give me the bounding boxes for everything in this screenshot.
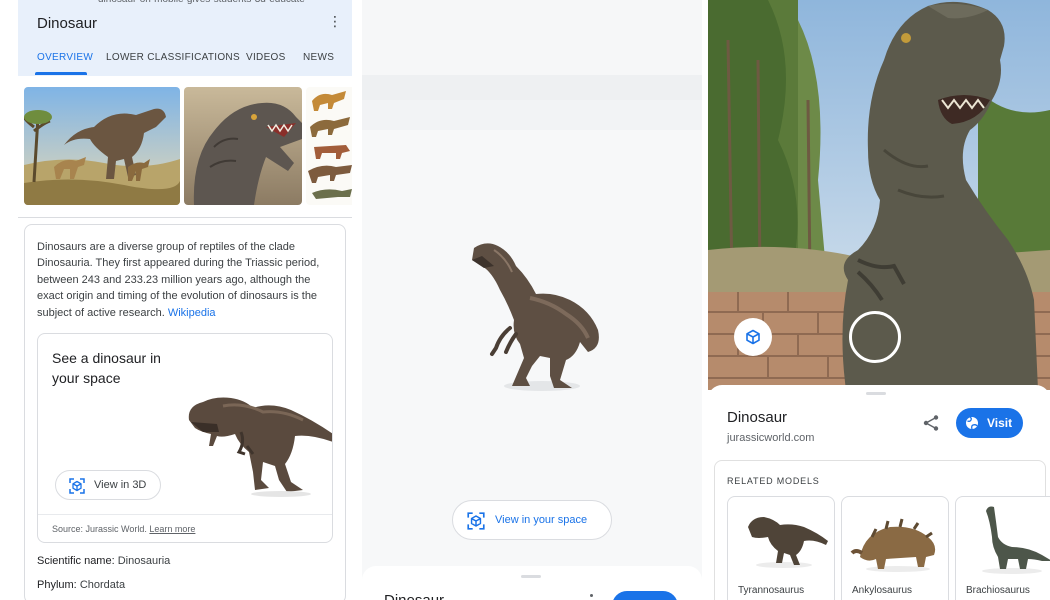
wikipedia-link[interactable]: Wikipedia <box>168 307 216 319</box>
knowledge-panel-header: dinosaur-on-mobile-gives-students-3d-edu… <box>18 0 352 76</box>
visit-button[interactable]: Visit <box>956 408 1023 438</box>
ar-cube-icon <box>746 329 760 345</box>
view-in-your-space-button[interactable]: View in your space <box>452 500 612 540</box>
fact-label: Phylum: <box>37 579 77 591</box>
result-title: Dinosaur <box>727 409 788 426</box>
ar-mode-button[interactable] <box>734 318 772 356</box>
ar-promo-card: See a dinosaur in your space View in 3D … <box>37 333 333 543</box>
page-title: Dinosaur <box>37 15 98 32</box>
image-gallery <box>18 76 352 218</box>
ar-cube-icon <box>69 478 85 494</box>
view-in-3d-button[interactable]: View in 3D <box>55 470 161 500</box>
ar-camera-panel: Dinosaur jurassicworld.com Visit RELATED… <box>708 0 1050 600</box>
model-label: Brachiosaurus <box>966 585 1030 596</box>
tab-news[interactable]: NEWS <box>303 52 334 63</box>
related-models-card: RELATED MODELS Tyrannosaurus Ankylosauru… <box>714 460 1050 600</box>
globe-icon <box>966 416 978 430</box>
model-label: Tyrannosaurus <box>738 585 805 596</box>
fact-value[interactable]: Chordata <box>80 579 125 591</box>
result-sheet: Dinosaur jurassicworld.com Visit RELATED… <box>708 385 1050 600</box>
related-models-heading: RELATED MODELS <box>727 476 820 486</box>
fact-scientific-name: Scientific name: Dinosauria <box>37 555 170 567</box>
sheet-drag-handle[interactable] <box>521 575 541 578</box>
ar-camera-view <box>708 0 1050 390</box>
model-card-brachiosaurus[interactable]: Brachiosaurus <box>955 496 1050 600</box>
tab-lower-classifications[interactable]: LOWER CLASSIFICATIONS <box>106 52 240 63</box>
model-card-ankylosaurus[interactable]: Ankylosaurus <box>841 496 949 600</box>
visit-button[interactable] <box>612 591 678 600</box>
trex-3d-model[interactable] <box>470 238 604 398</box>
trex-3d-thumbnail <box>188 397 332 497</box>
ar-promo-title: See a dinosaur in your space <box>52 350 161 386</box>
fact-label: Scientific name: <box>37 555 115 567</box>
capture-shutter-button[interactable] <box>849 311 901 363</box>
active-tab-indicator <box>35 72 87 75</box>
result-site: jurassicworld.com <box>727 432 815 444</box>
tyrannosaurus-thumbnail <box>748 517 828 568</box>
url-fragment: dinosaur-on-mobile-gives-students-3d-edu… <box>98 0 305 5</box>
tab-videos[interactable]: VIDEOS <box>246 52 286 63</box>
tab-bar: OVERVIEW LOWER CLASSIFICATIONS VIDEOS NE… <box>18 48 352 76</box>
sheet-title: Dinosaur <box>384 592 444 600</box>
3d-viewer-panel: View in your space Dinosaur <box>362 0 702 600</box>
model-label: Ankylosaurus <box>852 585 913 596</box>
ar-source-line: Source: Jurassic World. Learn more <box>38 514 332 542</box>
gallery-image-dinosaur-chart[interactable] <box>306 87 352 205</box>
view-in-3d-label: View in 3D <box>94 479 147 491</box>
tab-overview[interactable]: OVERVIEW <box>37 52 93 63</box>
share-icon[interactable] <box>590 594 593 597</box>
ar-source-prefix: Source: Jurassic World. <box>52 524 147 534</box>
learn-more-link[interactable]: Learn more <box>149 524 195 534</box>
description-text: Dinosaurs are a diverse group of reptile… <box>37 239 337 321</box>
more-vert-icon[interactable]: ⋮ <box>328 14 342 28</box>
bottom-sheet: Dinosaur <box>362 566 702 600</box>
ankylosaurus-thumbnail <box>850 518 936 572</box>
gallery-image-trex-roar[interactable] <box>184 87 302 205</box>
view-in-your-space-label: View in your space <box>495 514 588 526</box>
model-card-tyrannosaurus[interactable]: Tyrannosaurus <box>727 496 835 600</box>
ar-cube-icon <box>467 512 485 530</box>
share-icon[interactable] <box>922 414 940 432</box>
gallery-image-trex-landscape[interactable] <box>24 87 180 205</box>
fact-phylum: Phylum: Chordata <box>37 579 125 591</box>
sheet-drag-handle[interactable] <box>866 392 886 395</box>
search-result-panel: dinosaur-on-mobile-gives-students-3d-edu… <box>0 0 360 600</box>
description-card: Dinosaurs are a diverse group of reptile… <box>24 224 346 600</box>
visit-label: Visit <box>987 416 1013 430</box>
brachiosaurus-thumbnail <box>982 506 1050 574</box>
fact-value[interactable]: Dinosauria <box>118 555 171 567</box>
